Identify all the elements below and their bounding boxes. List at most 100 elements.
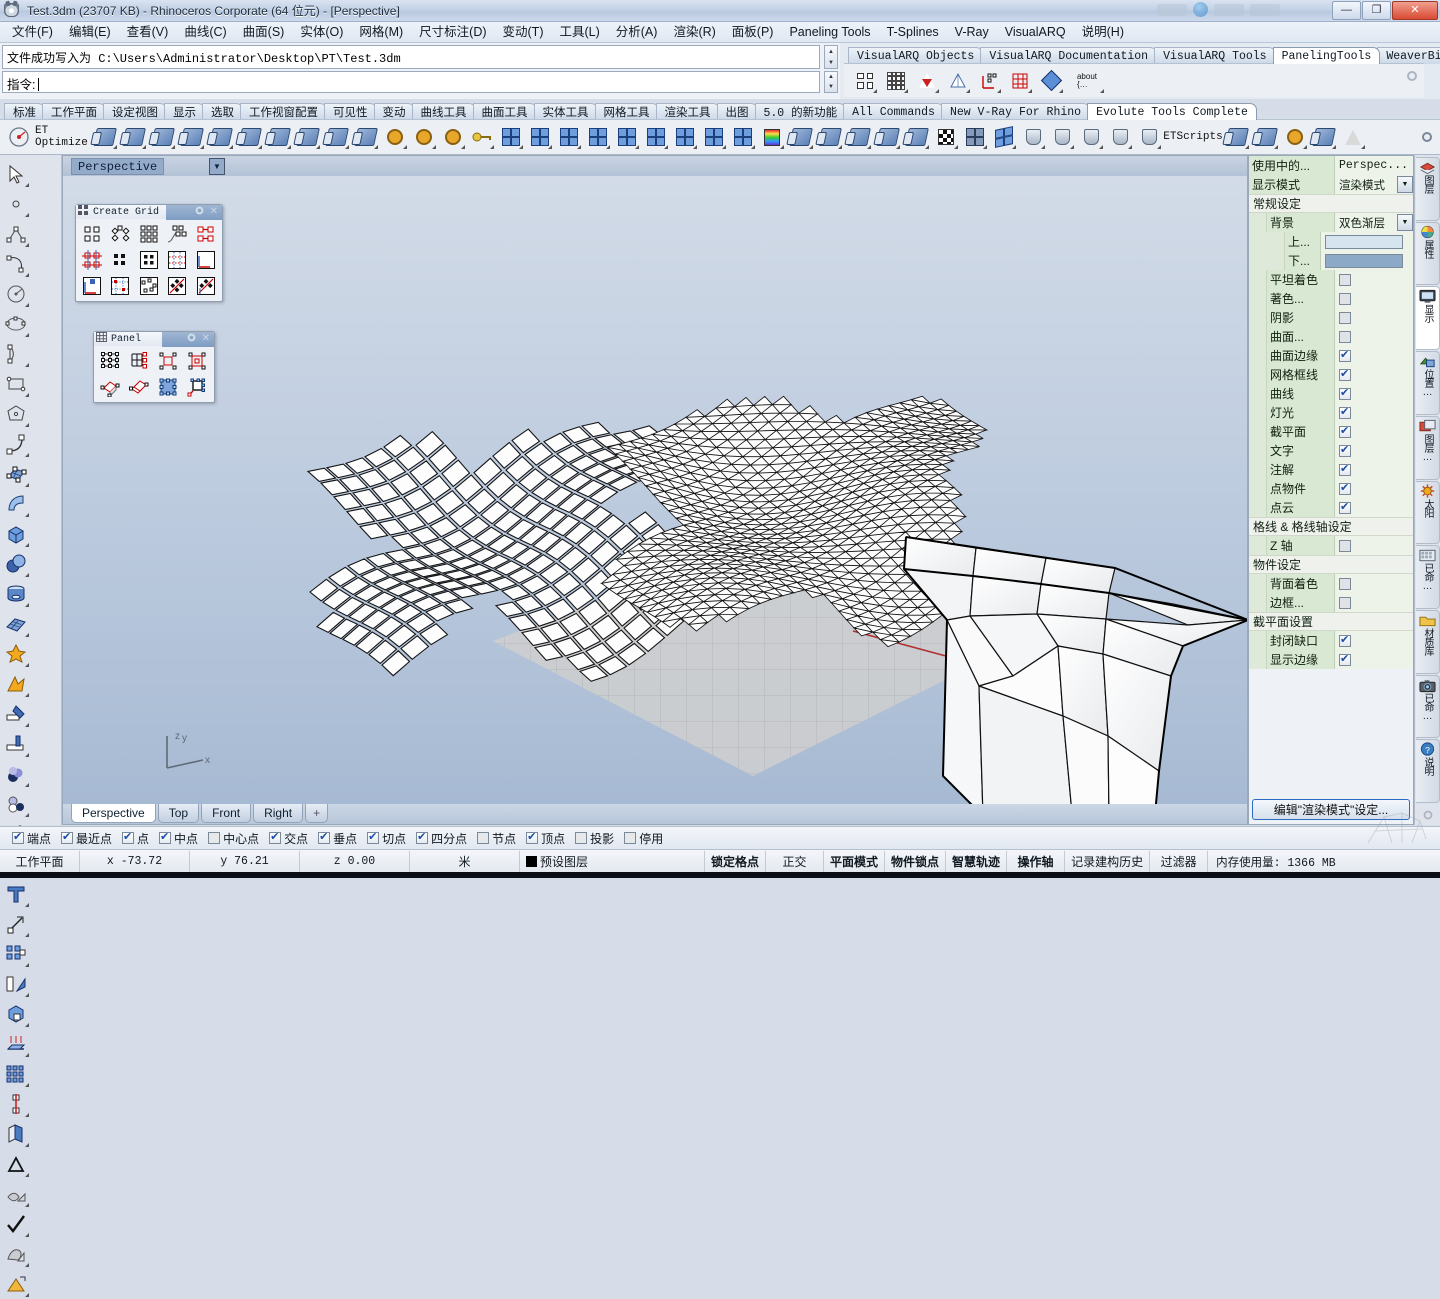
command-history-scroll[interactable]: ▲ ▼ [824,45,838,69]
right-panel-tabs[interactable]: 图层 属性 显示 位置… 图层… 太阳 已命… 材质库 已命…? 说明 [1414,155,1440,825]
display-setting-row[interactable]: 著色... [1249,289,1413,308]
display-setting-row[interactable]: Z 轴 [1249,536,1413,555]
et-gear-3-icon[interactable] [440,124,466,150]
panel-pts-red-icon[interactable] [184,349,210,373]
viewport-tab-add[interactable]: + [305,804,329,823]
surface-from-points-icon[interactable] [0,459,31,489]
et-checker-icon[interactable] [933,124,959,150]
circle-icon[interactable] [0,279,31,309]
osnap-checkbox[interactable] [122,830,135,844]
menu-bar[interactable]: 文件(F) 编辑(E) 查看(V) 曲线(C) 曲面(S) 实体(O) 网格(M) 尺寸标注(… [0,22,1440,43]
pt-redgrid-icon[interactable] [1007,68,1033,94]
right-tab-4[interactable]: 图层… [1415,415,1440,480]
scroll-up2-icon[interactable]: ▲ [825,72,837,82]
display-setting-value[interactable] [1335,441,1413,460]
toolbar-tab-main-16[interactable]: New V-Ray For Rhino [940,103,1091,120]
et-bucket-1-icon[interactable] [1049,124,1075,150]
osnap-1[interactable]: 最近点 [61,830,112,847]
display-setting-row[interactable]: 显示边缘 [1249,650,1413,669]
et-panel-a-icon[interactable] [788,124,814,150]
panel-gear-icon[interactable] [186,332,197,347]
paneling-tools-toolbar[interactable]: about {… [844,63,1424,97]
grid-link-icon[interactable] [193,222,219,246]
create-grid-gear-icon[interactable] [194,205,205,220]
grid-uv-fill-icon[interactable] [79,274,105,298]
display-setting-checkbox[interactable] [1339,424,1351,438]
display-setting-row[interactable]: 封闭缺口 [1249,631,1413,650]
status-toggle-7[interactable]: 过滤器 [1150,850,1209,873]
osnap-checkbox[interactable] [208,832,221,844]
pt-triangle-icon[interactable] [914,68,940,94]
et-tool-9-icon[interactable] [324,124,350,150]
right-tab-6[interactable]: 已命… [1415,545,1440,609]
grid-scatter-icon[interactable] [136,274,162,298]
menu-item-12[interactable]: 面板(P) [724,23,782,42]
et-mouse-icon[interactable] [1020,124,1046,150]
toolbar-tab-main-9[interactable]: 曲面工具 [472,103,537,120]
display-setting-value[interactable]: Perspec... [1335,156,1413,175]
polyline-icon[interactable] [0,219,31,249]
panel-3d-icon[interactable] [97,375,123,399]
et-grid-b-icon[interactable] [614,124,640,150]
osnap-checkbox[interactable] [159,830,172,844]
right-tab-3[interactable]: 位置… [1415,351,1440,415]
et-panel-c-icon[interactable] [846,124,872,150]
pt-mesh-icon[interactable] [945,68,971,94]
osnap-checkbox[interactable] [624,832,637,844]
status-toggle-3[interactable]: 物件锁点 [885,850,947,873]
et-tool-1-icon[interactable] [92,124,118,150]
sphere-icon[interactable] [0,549,31,579]
viewport-menu-chevron-down-icon[interactable]: ▼ [209,158,225,175]
menu-item-11[interactable]: 渲染(R) [665,23,723,42]
boolean-union-icon[interactable] [0,639,31,669]
display-setting-row[interactable]: 曲面边缘 [1249,346,1413,365]
ptgrid-array-icon[interactable] [883,68,909,94]
rectangle-icon[interactable] [0,369,31,399]
et-tool-2-icon[interactable] [121,124,147,150]
osnap-6[interactable]: 垂点 [318,830,357,847]
toolbar-tab-main-17[interactable]: Evolute Tools Complete [1087,103,1257,120]
display-setting-checkbox[interactable] [1339,367,1351,381]
display-setting-row[interactable]: 背面着色 [1249,574,1413,593]
display-setting-value[interactable] [1335,498,1413,517]
grid-array-icon[interactable] [0,1119,31,1149]
viewport-name[interactable]: Perspective [71,158,165,175]
osnap-2[interactable]: 点 [122,830,149,847]
display-setting-checkbox[interactable] [1339,292,1351,305]
status-units[interactable]: 米 [410,850,520,873]
grid-cross-icon[interactable] [79,248,105,272]
et-bucket-2-icon[interactable] [1078,124,1104,150]
display-setting-row[interactable]: 使用中的... Perspec... [1249,156,1413,175]
grid-polar-icon[interactable] [107,274,133,298]
viewport-tab-right[interactable]: Right [253,804,304,823]
create-grid-close-icon[interactable]: ✕ [210,206,218,218]
display-setting-checkbox[interactable] [1339,330,1351,343]
display-setting-row[interactable]: 显示模式 渲染模式 ▼ [1249,175,1413,194]
render-icon[interactable] [0,1269,31,1299]
chevron-down-icon[interactable]: ▼ [1397,214,1413,231]
et-quadmesh-icon[interactable] [962,124,988,150]
grid-curve-dots-icon[interactable] [164,222,190,246]
et-copylayer-icon[interactable] [498,124,524,150]
display-setting-checkbox[interactable] [1339,405,1351,419]
scroll-up-icon[interactable]: ▲ [825,46,837,57]
menu-item-3[interactable]: 曲线(C) [176,23,234,42]
display-setting-row[interactable]: 注解 [1249,460,1413,479]
osnap-12[interactable]: 停用 [624,830,663,847]
menu-item-15[interactable]: V-Ray [947,23,997,42]
et-script-c-icon[interactable] [1282,124,1308,150]
osnap-11[interactable]: 投影 [575,830,614,847]
et-gear-2-icon[interactable] [411,124,437,150]
toolbar-tab-main-14[interactable]: 5.0 的新功能 [754,103,847,120]
osnap-3[interactable]: 中点 [159,830,198,847]
toolbar-tab-main-13[interactable]: 出图 [716,103,758,120]
osnap-checkbox[interactable] [575,832,588,844]
osnap-checkbox[interactable] [367,830,380,844]
display-setting-value[interactable] [1335,536,1413,555]
toolbar-tab-main-10[interactable]: 实体工具 [533,103,598,120]
toolbar-tab-main-5[interactable]: 工作视窗配置 [240,103,327,120]
osnap-10[interactable]: 顶点 [526,830,565,847]
grid-box-dots-icon[interactable] [136,248,162,272]
right-tab-7[interactable]: 材质库 [1415,609,1440,674]
grid-arc-dots-icon[interactable] [107,222,133,246]
